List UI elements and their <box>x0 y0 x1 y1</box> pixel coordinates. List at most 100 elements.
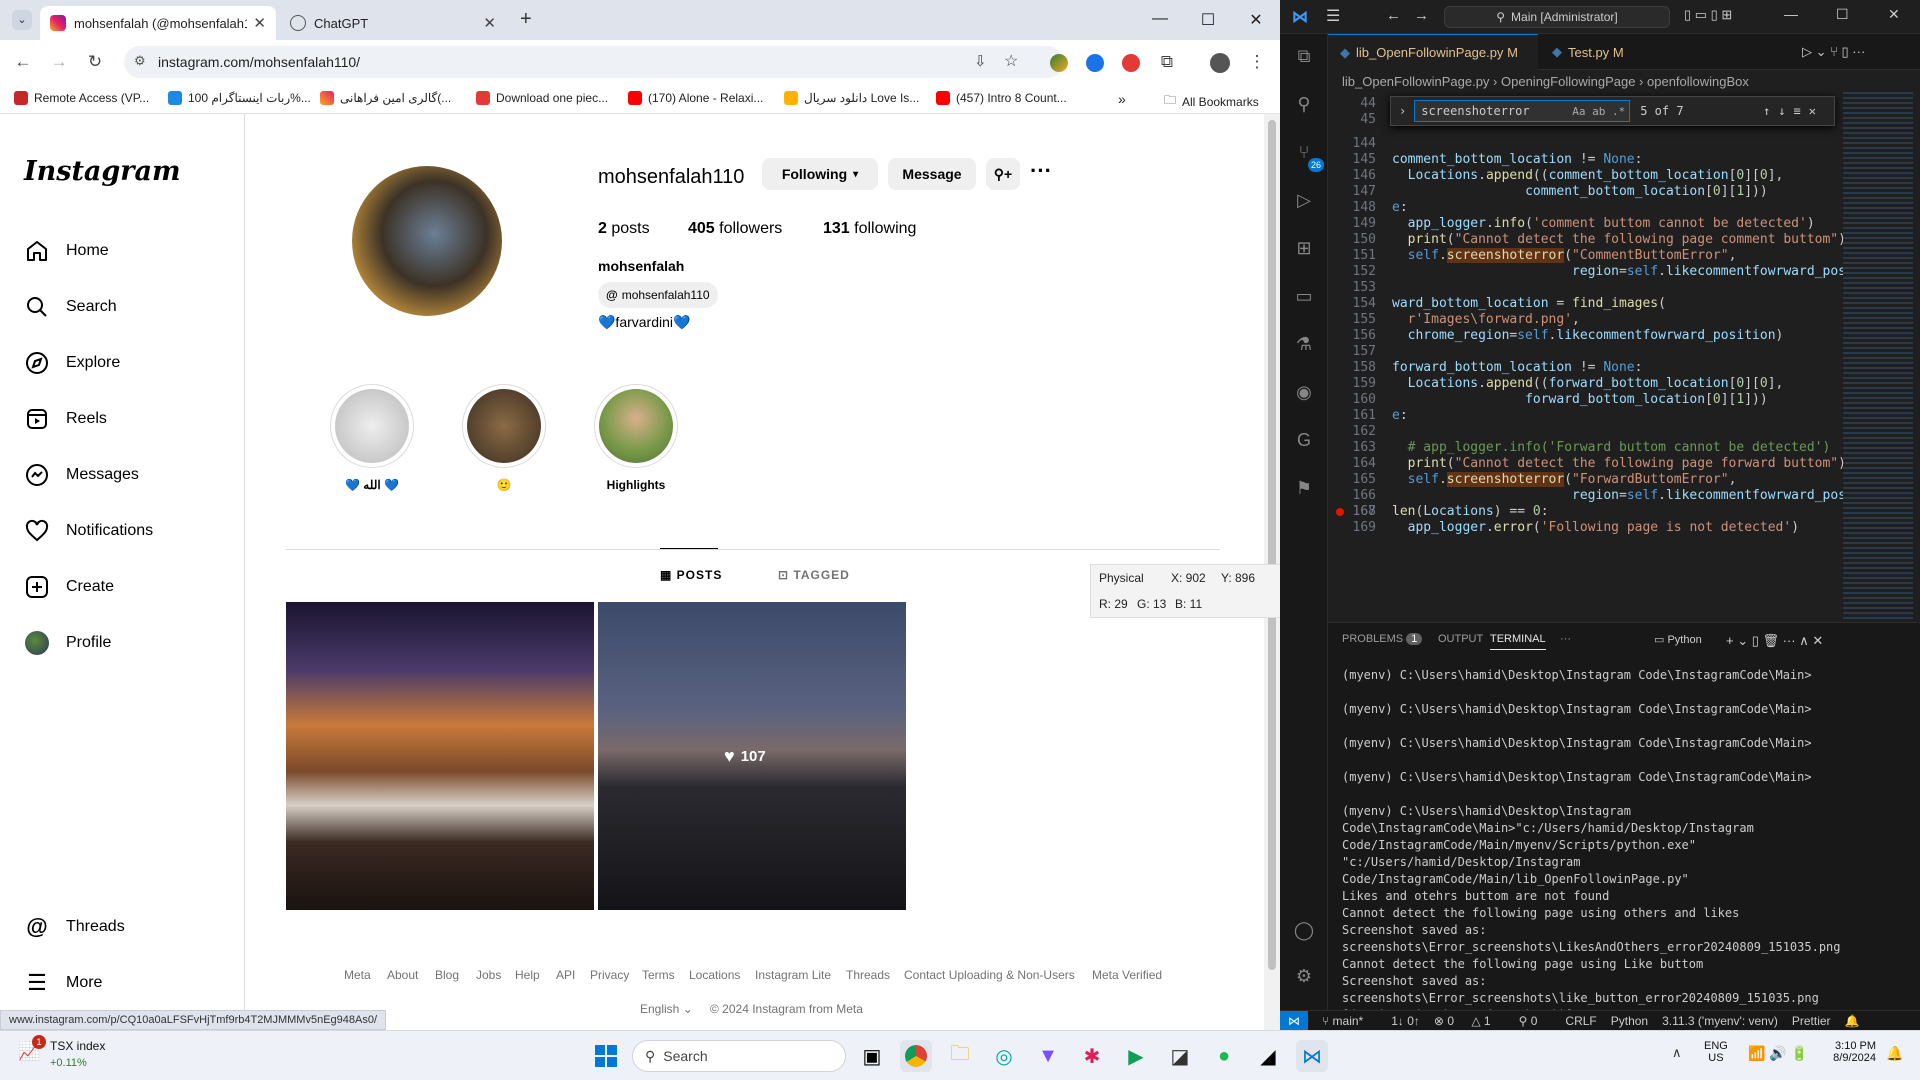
tab-instagram[interactable]: mohsenfalah (@mohsenfalah11 ✕ <box>40 6 276 40</box>
bookmark-item[interactable]: Remote Access (VP... <box>14 91 149 105</box>
branch-status[interactable]: ⑂ main* <box>1322 1014 1377 1028</box>
gear-icon[interactable]: ⚙ <box>1292 966 1316 990</box>
more-bookmarks-icon[interactable]: » <box>1118 91 1126 107</box>
footer-link[interactable]: Help <box>515 968 540 982</box>
message-button[interactable]: Message <box>888 158 976 190</box>
nav-threads[interactable]: @ Threads <box>24 914 124 940</box>
app-icon[interactable]: ◢ <box>1252 1040 1284 1072</box>
footer-link[interactable]: Locations <box>689 968 740 982</box>
address-bar[interactable]: ⚙ instagram.com/mohsenfalah110/ ⇩ ☆ <box>124 46 1064 78</box>
nav-reels[interactable]: Reels <box>24 406 107 432</box>
bookmark-star-icon[interactable]: ☆ <box>1004 51 1018 71</box>
tab-search-button[interactable]: ⌄ <box>12 10 32 30</box>
tray-chevron-icon[interactable]: ∧ <box>1672 1045 1682 1061</box>
stock-widget-icon[interactable]: 📈 1 <box>18 1035 46 1063</box>
highlight-2[interactable] <box>462 384 546 468</box>
find-nav-icons[interactable]: ↑↓≡✕ <box>1763 104 1824 118</box>
sync-status[interactable]: 1↓ 0↑ <box>1391 1014 1420 1028</box>
menu-icon[interactable]: ☰ <box>1326 6 1340 26</box>
terminal-output[interactable]: (myenv) C:\Users\hamid\Desktop\Instagram… <box>1342 667 1912 1030</box>
footer-link[interactable]: Instagram Lite <box>755 968 831 982</box>
tab-chatgpt[interactable]: ChatGPT ✕ <box>280 6 506 40</box>
editor-tab[interactable]: ◆ Test.py M <box>1540 34 1660 70</box>
nav-notifications[interactable]: Notifications <box>24 518 153 544</box>
tab-posts[interactable]: ▦ POSTS <box>660 568 722 582</box>
footer-link[interactable]: Meta <box>344 968 371 982</box>
nav-profile[interactable]: Profile <box>24 630 111 656</box>
extensions-puzzle-icon[interactable]: ⧉ <box>1156 52 1178 72</box>
app-icon[interactable]: ◎ <box>988 1040 1020 1072</box>
threads-badge[interactable]: @ mohsenfalah110 <box>598 282 718 308</box>
vscode-taskbar-icon[interactable]: ⋈ <box>1296 1040 1328 1072</box>
footer-link[interactable]: About <box>387 968 418 982</box>
all-bookmarks[interactable]: 🗀 All Bookmarks <box>1164 91 1259 112</box>
account-icon[interactable]: ◯ <box>1292 920 1316 944</box>
post-thumbnail[interactable] <box>286 602 594 910</box>
app-icon[interactable]: ▼ <box>1032 1040 1064 1072</box>
close-window-icon[interactable]: ✕ <box>1888 6 1900 23</box>
app-icon[interactable]: ◪ <box>1164 1040 1196 1072</box>
back-icon[interactable]: ← <box>12 52 34 72</box>
layout-icon[interactable]: ▯ ▭ ▯ ⊞ <box>1684 7 1732 23</box>
eol-status[interactable]: CRLF <box>1565 1014 1596 1028</box>
nav-search[interactable]: Search <box>24 294 117 320</box>
extension-icon[interactable] <box>1086 54 1104 72</box>
clock[interactable]: 3:10 PM 8/9/2024 <box>1820 1040 1876 1064</box>
site-info-icon[interactable]: ⚙ <box>134 53 146 69</box>
slack-icon[interactable]: ✱ <box>1076 1040 1108 1072</box>
task-view-icon[interactable]: ▣ <box>856 1040 888 1072</box>
nav-messages[interactable]: Messages <box>24 462 139 488</box>
footer-link[interactable]: Blog <box>435 968 459 982</box>
footer-link[interactable]: Meta Verified <box>1092 968 1162 982</box>
editor-tab-active[interactable]: ◆ lib_OpenFollowinPage.py M <box>1328 34 1538 70</box>
scrollbar-thumb[interactable] <box>1268 120 1276 970</box>
opera-extension-icon[interactable] <box>1122 54 1140 72</box>
find-input[interactable]: screenshoterror Aa ab .* <box>1414 100 1631 122</box>
nav-explore[interactable]: Explore <box>24 350 120 376</box>
start-icon[interactable] <box>590 1040 622 1072</box>
close-icon[interactable]: ✕ <box>483 14 496 32</box>
nav-home[interactable]: Home <box>24 238 109 264</box>
maximize-icon[interactable]: ☐ <box>1836 6 1849 23</box>
maximize-icon[interactable]: ☐ <box>1198 10 1218 30</box>
minimize-icon[interactable]: — <box>1784 6 1798 22</box>
command-center-search[interactable]: ⚲ Main [Administrator] <box>1444 6 1670 28</box>
code-editor[interactable]: 44 45 › screenshoterror Aa ab .* 5 of 7 ↑… <box>1328 92 1920 620</box>
extensions-icon[interactable]: ⊞ <box>1292 238 1316 262</box>
extension-icon[interactable] <box>1050 54 1068 72</box>
nav-create[interactable]: Create <box>24 574 114 600</box>
network-volume-battery-icon[interactable]: 📶 🔊 🔋 <box>1748 1045 1808 1062</box>
remote-icon[interactable]: ⋈ <box>1280 1010 1308 1030</box>
bell-icon[interactable]: 🔔 <box>1845 1014 1860 1028</box>
minimap[interactable] <box>1843 92 1913 620</box>
remote-explorer-icon[interactable]: ▭ <box>1292 286 1316 310</box>
notification-bell-icon[interactable]: 🔔 <box>1886 1045 1903 1062</box>
terminal-selector[interactable]: ▭ Python <box>1654 633 1702 646</box>
footer-link[interactable]: API <box>556 968 575 982</box>
file-explorer-icon[interactable]: 🗀 <box>944 1040 976 1072</box>
footer-link[interactable]: Privacy <box>590 968 629 982</box>
bookmark-item[interactable]: دانلود سریال Love Is... <box>784 91 919 105</box>
panel-tab-output[interactable]: OUTPUT <box>1438 633 1483 645</box>
footer-link[interactable]: Terms <box>642 968 675 982</box>
explorer-icon[interactable]: ⧉ <box>1292 46 1316 70</box>
ports-status[interactable]: ⚲ 0 <box>1519 1014 1552 1028</box>
panel-tab-problems[interactable]: PROBLEMS 1 <box>1342 633 1423 645</box>
panel-tab-terminal[interactable]: TERMINAL <box>1490 633 1546 650</box>
following-stat[interactable]: 131 following <box>823 220 916 238</box>
meet-icon[interactable]: ▶ <box>1120 1040 1152 1072</box>
problems-status[interactable]: ⊗ 0 △ 1 <box>1434 1014 1505 1028</box>
followers-stat[interactable]: 405 followers <box>688 220 782 238</box>
language-indicator[interactable]: ENG US <box>1704 1040 1728 1064</box>
post-thumbnail[interactable]: ♥ 107 <box>598 602 906 910</box>
highlight-1[interactable] <box>330 384 414 468</box>
reload-icon[interactable]: ↻ <box>84 52 106 72</box>
back-icon[interactable]: ← <box>1386 7 1401 24</box>
profile-picture[interactable] <box>352 166 502 316</box>
footer-link[interactable]: Contact Uploading & Non-Users <box>904 968 1075 982</box>
run-icon[interactable]: ▷ ⌄ ⑂ ▯ ··· <box>1802 44 1865 60</box>
spotify-icon[interactable]: ● <box>1208 1040 1240 1072</box>
forward-icon[interactable]: → <box>1414 7 1429 24</box>
github-icon[interactable]: ◉ <box>1292 382 1316 406</box>
bookmark-item[interactable]: (170) Alone - Relaxi... <box>628 91 763 105</box>
